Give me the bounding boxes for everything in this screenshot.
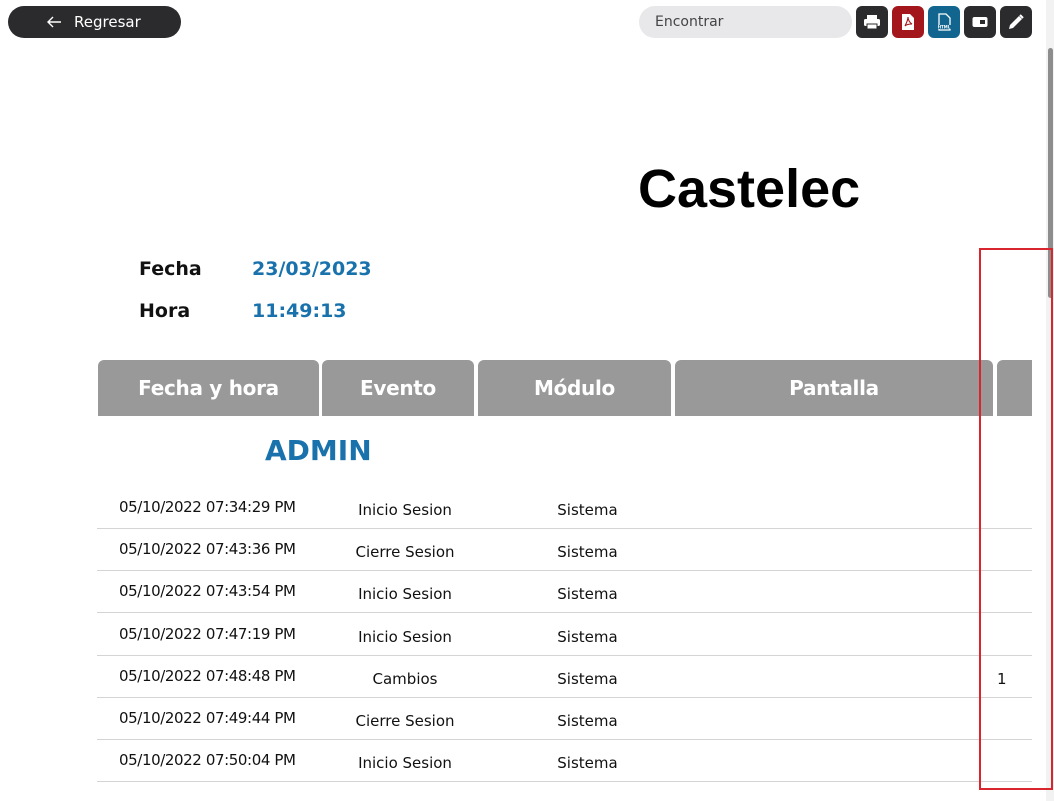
screen-button[interactable] [964, 6, 996, 38]
row-extra: 1 [997, 670, 1007, 688]
arrow-left-icon [46, 14, 62, 30]
column-header-module: Módulo [478, 360, 671, 416]
time-value: 11:49:13 [252, 300, 347, 322]
edit-icon [1009, 14, 1024, 29]
table-row: 05/10/2022 07:49:44 PM Cierre Sesion Sis… [97, 698, 1032, 740]
company-title: Castelec [638, 159, 861, 219]
table-row: 05/10/2022 07:43:36 PM Cierre Sesion Sis… [97, 529, 1032, 571]
row-event: Inicio Sesion [358, 754, 452, 772]
back-button[interactable]: Regresar [8, 6, 181, 38]
column-header-extra [997, 360, 1032, 416]
column-header-event: Evento [322, 360, 474, 416]
table-row: 05/10/2022 07:47:19 PM Inicio Sesion Sis… [97, 614, 1032, 656]
row-datetime: 05/10/2022 07:50:04 PM [119, 751, 296, 769]
row-event: Inicio Sesion [358, 628, 452, 646]
user-group-title: ADMIN [265, 434, 372, 467]
table-row: 05/10/2022 07:50:04 PM Inicio Sesion Sis… [97, 740, 1032, 782]
row-datetime: 05/10/2022 07:43:54 PM [119, 582, 296, 600]
back-button-label: Regresar [74, 13, 141, 31]
date-label: Fecha [139, 258, 202, 280]
row-event: Cambios [372, 670, 438, 688]
row-datetime: 05/10/2022 07:49:44 PM [119, 709, 296, 727]
date-value: 23/03/2023 [252, 258, 372, 280]
edit-button[interactable] [1000, 6, 1032, 38]
print-button[interactable] [856, 6, 888, 38]
html-icon: HTML [937, 13, 951, 31]
time-label: Hora [139, 300, 191, 322]
html-button[interactable]: HTML [928, 6, 960, 38]
row-module: Sistema [557, 543, 618, 561]
table-row: 05/10/2022 07:48:48 PM Cambios Sistema 1 [97, 656, 1032, 698]
table-row: 05/10/2022 07:43:54 PM Inicio Sesion Sis… [97, 571, 1032, 613]
row-event: Inicio Sesion [358, 585, 452, 603]
search-input[interactable] [639, 6, 852, 38]
svg-text:HTML: HTML [938, 25, 951, 30]
row-module: Sistema [557, 628, 618, 646]
row-module: Sistema [557, 670, 618, 688]
pdf-button[interactable] [892, 6, 924, 38]
row-datetime: 05/10/2022 07:48:48 PM [119, 667, 296, 685]
scrollbar-thumb[interactable] [1048, 48, 1053, 298]
row-event: Cierre Sesion [355, 712, 455, 730]
row-event: Cierre Sesion [355, 543, 455, 561]
row-datetime: 05/10/2022 07:47:19 PM [119, 625, 296, 643]
row-datetime: 05/10/2022 07:34:29 PM [119, 498, 296, 516]
print-icon [864, 15, 880, 30]
row-datetime: 05/10/2022 07:43:36 PM [119, 540, 296, 558]
row-module: Sistema [557, 754, 618, 772]
row-event: Inicio Sesion [358, 501, 452, 519]
table-row: 05/10/2022 07:34:29 PM Inicio Sesion Sis… [97, 487, 1032, 529]
screen-icon [972, 17, 988, 27]
vertical-scrollbar[interactable] [1046, 0, 1054, 801]
column-header-screen: Pantalla [675, 360, 993, 416]
pdf-icon [902, 14, 914, 30]
row-module: Sistema [557, 585, 618, 603]
column-header-datetime: Fecha y hora [98, 360, 319, 416]
row-module: Sistema [557, 712, 618, 730]
row-module: Sistema [557, 501, 618, 519]
